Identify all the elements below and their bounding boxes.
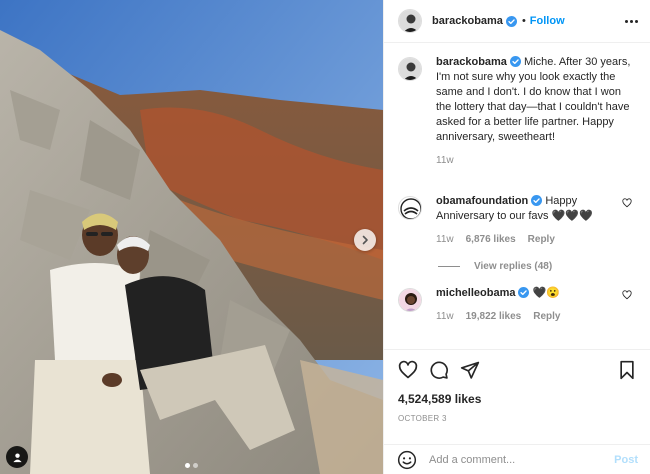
photo-scene [0,0,383,474]
carousel-indicator [0,463,383,468]
caption-text: Miche. After 30 years, I'm not sure why … [436,56,631,143]
carousel-dot [185,463,190,468]
comment-icon [430,361,448,379]
timestamp[interactable]: 11w [436,153,454,168]
replies-line [438,266,460,267]
more-icon [635,19,638,23]
comment-username[interactable]: michelleobama [436,287,515,299]
likes-count[interactable]: 4,524,589 likes [398,392,636,406]
heart-icon[interactable] [622,290,632,300]
tagged-users-button[interactable] [6,446,28,468]
verified-icon [505,15,517,27]
comment-text: 🖤😮 [532,287,560,299]
save-button[interactable] [618,360,636,380]
comment-button[interactable] [429,360,449,380]
timestamp[interactable]: 11w [436,309,454,324]
chevron-right-icon [362,235,368,245]
verified-icon [531,195,543,206]
avatar[interactable] [398,57,422,81]
avatar-image [399,58,421,80]
like-button[interactable] [398,360,418,380]
header-username[interactable]: barackobama [432,15,503,27]
add-comment-bar: Post [384,444,650,474]
comment-body: michelleobama 🖤😮 11w 19,822 likes Reply [436,286,636,324]
reply-button[interactable]: Reply [528,232,555,247]
caption-meta: 11w [436,153,636,168]
post-sidebar: barackobama • Follow barackobama Miche. … [383,0,650,474]
next-slide-button[interactable] [354,229,376,251]
action-bar [398,360,636,380]
post-comment-button[interactable]: Post [614,454,638,466]
comment-meta: 11w 6,876 likes Reply [436,232,636,247]
comment: obamafoundation Happy Anniversary to our… [398,194,636,247]
avatar[interactable] [398,288,422,312]
comment-username[interactable]: obamafoundation [436,195,528,207]
post-photo[interactable] [0,0,383,474]
comment-input[interactable] [429,453,615,466]
bookmark-icon [620,360,634,380]
emoji-button[interactable] [397,450,417,470]
comments-section: barackobama Miche. After 30 years, I'm n… [384,43,650,349]
view-replies-button[interactable]: View replies (48) [438,261,636,272]
heart-icon[interactable] [622,198,632,208]
header-separator: • [521,15,526,27]
avatar-image [399,10,421,32]
tag-user-icon [12,452,22,462]
post-date[interactable]: OCTOBER 3 [398,414,636,423]
timestamp[interactable]: 11w [436,232,454,247]
follow-button[interactable]: Follow [530,15,565,27]
comment-meta: 11w 19,822 likes Reply [436,309,636,324]
avatar[interactable] [398,196,422,220]
carousel-dot [193,463,198,468]
more-icon [630,19,633,23]
share-button[interactable] [460,360,480,380]
post-dialog: barackobama • Follow barackobama Miche. … [0,0,650,474]
share-icon [460,361,480,379]
post-header: barackobama • Follow [384,0,650,43]
avatar-image [399,289,421,311]
emoji-icon [397,450,417,469]
caption: barackobama Miche. After 30 years, I'm n… [398,55,636,168]
obama-foundation-logo [399,197,421,219]
comment-likes[interactable]: 19,822 likes [466,309,522,324]
comment-body: obamafoundation Happy Anniversary to our… [436,194,636,247]
comment-likes[interactable]: 6,876 likes [466,232,516,247]
comment: michelleobama 🖤😮 11w 19,822 likes Reply [398,286,636,324]
more-icon [625,19,628,23]
avatar[interactable] [398,9,422,33]
more-options-button[interactable] [625,19,638,23]
heart-icon [398,360,418,379]
caption-username[interactable]: barackobama [436,56,507,68]
view-replies-label: View replies (48) [474,261,553,272]
verified-icon [509,56,521,67]
caption-body: barackobama Miche. After 30 years, I'm n… [436,55,636,168]
reply-button[interactable]: Reply [533,309,560,324]
verified-icon [518,287,530,298]
